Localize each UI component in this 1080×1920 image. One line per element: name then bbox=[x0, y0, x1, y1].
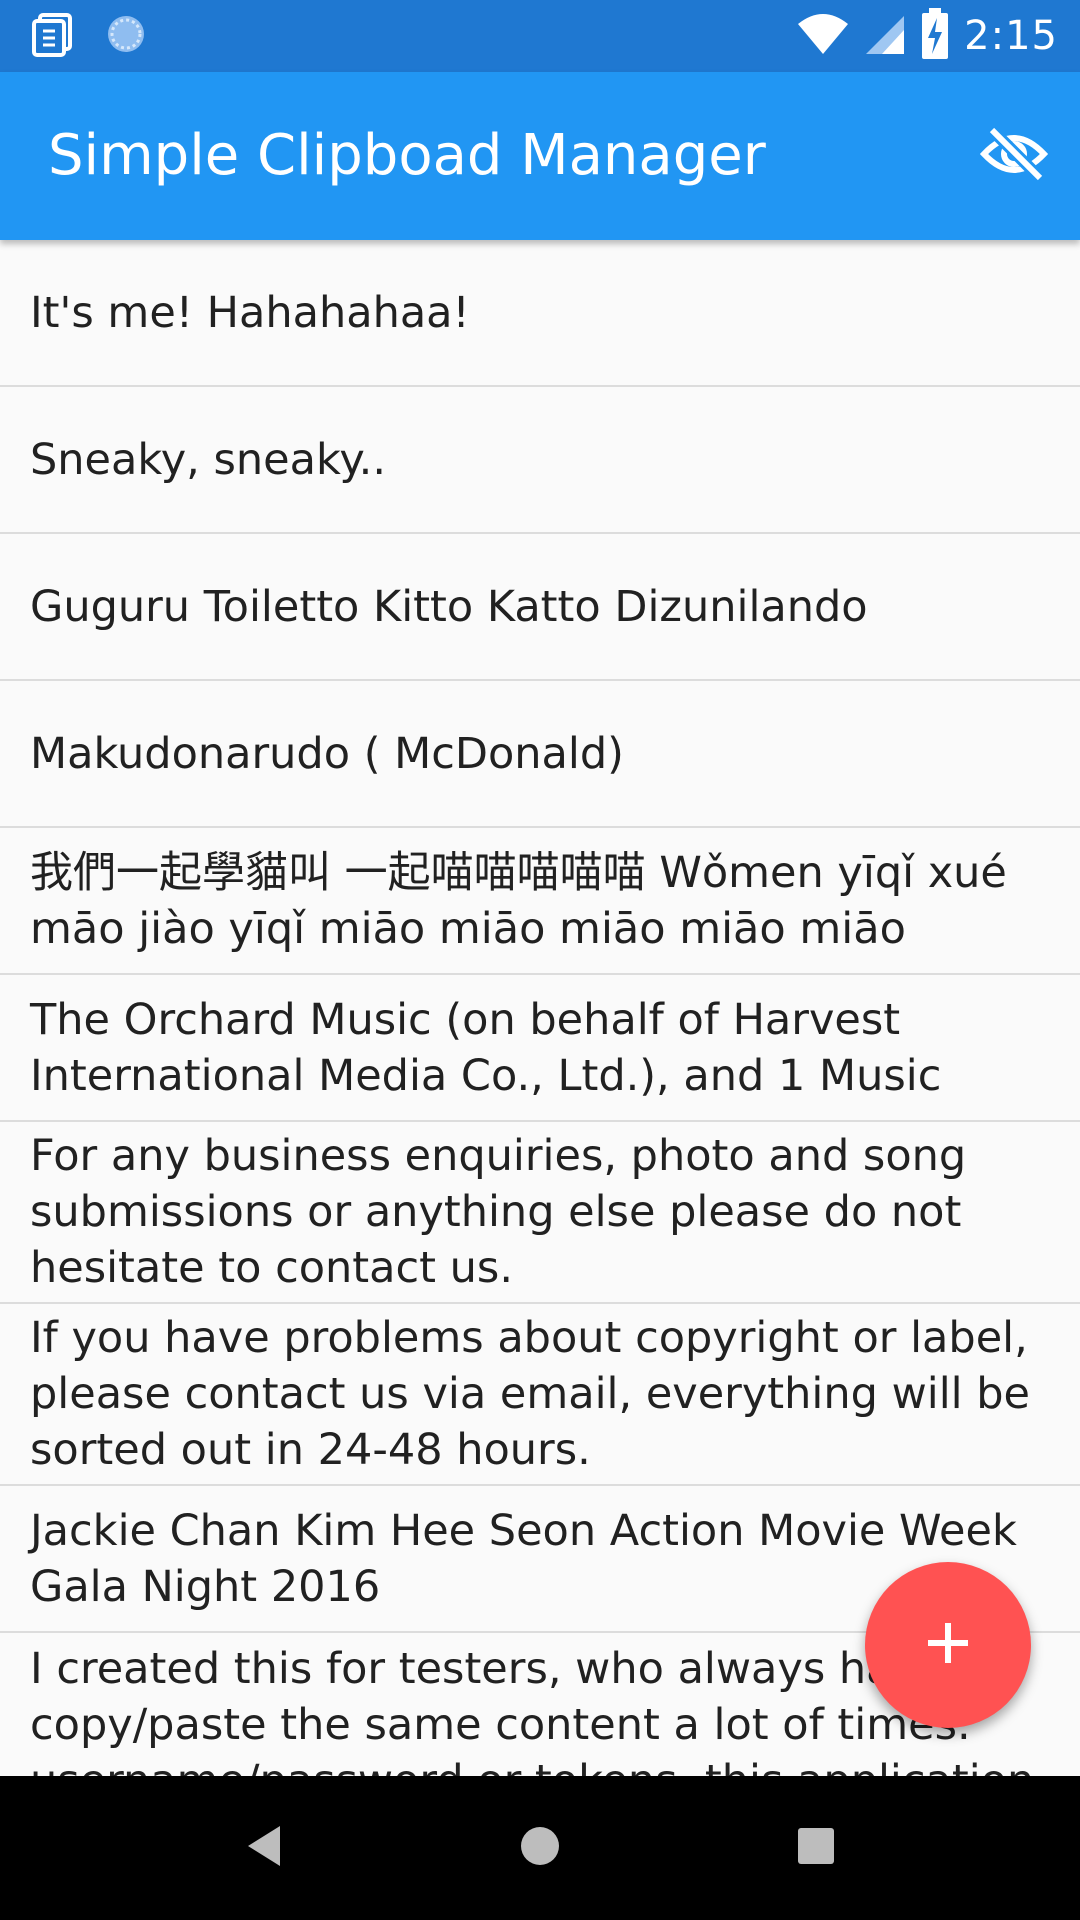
visibility-off-icon bbox=[979, 125, 1049, 186]
clip-text: The Orchard Music (on behalf of Harvest … bbox=[30, 994, 942, 1101]
clip-text: Guguru Toiletto Kitto Katto Dizunilando bbox=[30, 581, 868, 632]
add-clip-button[interactable] bbox=[865, 1562, 1031, 1728]
recents-button[interactable] bbox=[756, 1788, 876, 1908]
cell-signal-icon bbox=[864, 12, 906, 60]
list-item[interactable]: 我們一起學貓叫 一起喵喵喵喵喵 Wǒmen yīqǐ xué māo jiào … bbox=[0, 828, 1080, 975]
list-item[interactable]: For any business enquiries, photo and so… bbox=[0, 1122, 1080, 1304]
clip-text: If you have problems about copyright or … bbox=[30, 1313, 1031, 1475]
home-icon bbox=[519, 1825, 561, 1871]
list-item[interactable]: It's me! Hahahahaa! bbox=[0, 240, 1080, 387]
status-bar: 2:15 bbox=[0, 0, 1080, 72]
toggle-visibility-button[interactable] bbox=[978, 120, 1050, 192]
wifi-icon bbox=[796, 12, 850, 60]
home-button[interactable] bbox=[480, 1788, 600, 1908]
sync-icon bbox=[104, 12, 148, 60]
list-item[interactable]: If you have problems about copyright or … bbox=[0, 1304, 1080, 1486]
clip-text: It's me! Hahahahaa! bbox=[30, 287, 470, 338]
add-icon bbox=[924, 1619, 972, 1671]
app-bar: Simple Clipboad Manager bbox=[0, 72, 1080, 240]
recents-icon bbox=[797, 1827, 835, 1869]
clip-text: Makudonarudo ( McDonald) bbox=[30, 728, 624, 779]
clip-text: 我們一起學貓叫 一起喵喵喵喵喵 Wǒmen yīqǐ xué māo jiào … bbox=[30, 847, 1007, 954]
list-item[interactable]: Sneaky, sneaky.. bbox=[0, 387, 1080, 534]
status-time: 2:15 bbox=[964, 13, 1058, 59]
list-item[interactable]: Makudonarudo ( McDonald) bbox=[0, 681, 1080, 828]
clip-text: For any business enquiries, photo and so… bbox=[30, 1131, 967, 1293]
clip-list[interactable]: It's me! Hahahahaa! Sneaky, sneaky.. Gug… bbox=[0, 240, 1080, 1776]
navigation-bar bbox=[0, 1776, 1080, 1920]
list-item[interactable]: The Orchard Music (on behalf of Harvest … bbox=[0, 975, 1080, 1122]
list-item[interactable]: Guguru Toiletto Kitto Katto Dizunilando bbox=[0, 534, 1080, 681]
back-icon bbox=[244, 1824, 284, 1872]
clipboard-notification-icon bbox=[30, 11, 76, 61]
back-button[interactable] bbox=[204, 1788, 324, 1908]
battery-charging-icon bbox=[920, 8, 950, 64]
page-title: Simple Clipboad Manager bbox=[48, 123, 766, 188]
clip-text: Sneaky, sneaky.. bbox=[30, 434, 386, 485]
